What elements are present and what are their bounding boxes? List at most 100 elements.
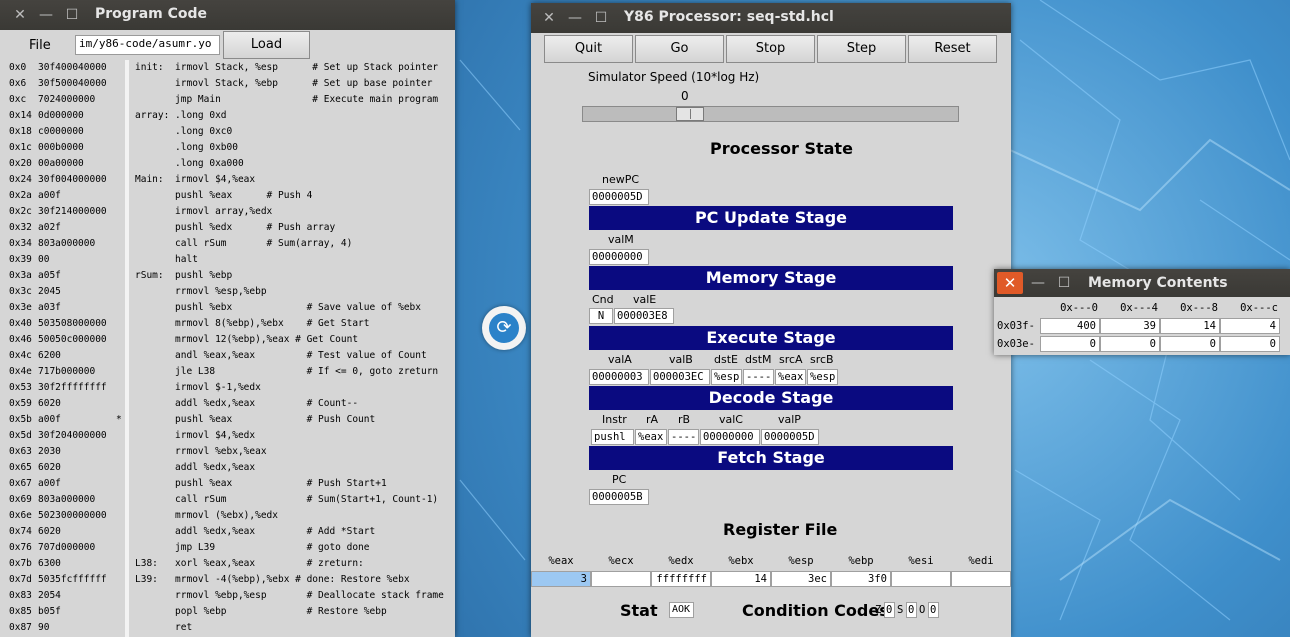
code-line: 0x6 30f500040000 irmovl Stack, %ebp # Set… <box>0 76 455 92</box>
register-value: 14 <box>711 571 771 587</box>
code-src: .long 0xa000 <box>135 158 244 169</box>
cc-z-label: Z <box>875 604 882 616</box>
register-file-heading: Register File <box>723 520 838 539</box>
code-addr: 0x4e <box>9 366 32 377</box>
code-src: mrmovl 12(%ebp),%eax # Get Count <box>135 334 359 345</box>
condition-codes-label: Condition Codes <box>742 601 889 620</box>
dstm-label: dstM <box>745 353 772 366</box>
speed-slider[interactable] <box>582 106 959 122</box>
code-line: 0x2c 30f214000000 irmovl array,%edx <box>0 204 455 220</box>
code-addr: 0x20 <box>9 158 32 169</box>
code-addr: 0x59 <box>9 398 32 409</box>
maximize-icon[interactable]: ☐ <box>593 10 609 26</box>
memory-cell: 0 <box>1160 336 1220 352</box>
memory-titlebar: ✕ — ☐ Memory Contents <box>994 269 1290 297</box>
code-addr: 0x6e <box>9 510 32 521</box>
go-button[interactable]: Go <box>635 35 724 63</box>
code-src: rrmovl %esp,%ebp <box>135 286 267 297</box>
maximize-icon[interactable]: ☐ <box>1056 275 1072 291</box>
memory-cell: 400 <box>1040 318 1100 334</box>
minimize-icon[interactable]: — <box>567 10 583 26</box>
srca-field: %eax <box>775 369 806 385</box>
vale-label: valE <box>633 293 657 306</box>
cc-s-field: 0 <box>906 602 917 618</box>
code-src: jle L38 # If <= 0, goto zreturn <box>135 366 439 377</box>
code-addr: 0x39 <box>9 254 32 265</box>
memory-row-address: 0x03e- <box>997 338 1035 350</box>
code-line: 0x18 c0000000 .long 0xc0 <box>0 124 455 140</box>
code-line: 0x20 00a00000 .long 0xa000 <box>0 156 455 172</box>
code-src: irmovl $-1,%edx <box>135 382 261 393</box>
stat-label: Stat <box>620 601 658 620</box>
code-listing: 0x0 30f400040000 init: irmovl Stack, %esp … <box>0 60 455 637</box>
close-icon[interactable]: ✕ <box>12 7 28 23</box>
code-addr: 0x83 <box>9 590 32 601</box>
code-line: 0x2a a00f pushl %eax # Push 4 <box>0 188 455 204</box>
code-bytes: 803a000000 <box>38 494 96 505</box>
cnd-field: N <box>589 308 613 324</box>
memory-stage-bar: Memory Stage <box>589 266 953 290</box>
code-addr: 0x24 <box>9 174 32 185</box>
code-line: 0x14 0d000000 array: .long 0xd <box>0 108 455 124</box>
pc-update-stage-bar: PC Update Stage <box>589 206 953 230</box>
stop-button[interactable]: Stop <box>726 35 815 63</box>
speed-label: Simulator Speed (10*log Hz) <box>588 70 760 84</box>
vala-label: valA <box>608 353 632 366</box>
code-addr: 0x69 <box>9 494 32 505</box>
code-addr: 0x4c <box>9 350 32 361</box>
launcher-button[interactable]: ⟳ <box>482 306 526 350</box>
register-value: 3 <box>531 571 591 587</box>
quit-button[interactable]: Quit <box>544 35 633 63</box>
code-addr: 0x76 <box>9 542 32 553</box>
code-src: jmp L39 # goto done <box>135 542 370 553</box>
close-icon[interactable]: ✕ <box>541 10 557 26</box>
code-src: andl %eax,%eax # Test value of Count <box>135 350 427 361</box>
cc-z-field: 0 <box>884 602 895 618</box>
reset-button[interactable]: Reset <box>908 35 997 63</box>
code-src: .long 0xc0 <box>135 126 233 137</box>
cc-s-label: S <box>897 604 904 616</box>
code-line: 0x6e 502300000000 mrmovl (%ebx),%edx <box>0 508 455 524</box>
step-button[interactable]: Step <box>817 35 906 63</box>
rb-field: ---- <box>668 429 699 445</box>
speed-slider-thumb[interactable] <box>676 107 704 121</box>
code-bytes: 6200 <box>38 350 61 361</box>
code-bytes: 50050c000000 <box>38 334 107 345</box>
srcb-label: srcB <box>810 353 834 366</box>
code-bytes: 5035fcffffff <box>38 574 107 585</box>
code-src: call rSum # Sum(array, 4) <box>135 238 353 249</box>
code-bytes: 30f2ffffffff <box>38 382 107 393</box>
code-bytes: a05f <box>38 270 61 281</box>
valc-label: valC <box>719 413 743 426</box>
code-addr: 0x65 <box>9 462 32 473</box>
program-titlebar: ✕ — ☐ Program Code <box>0 0 455 30</box>
code-line: 0x24 30f004000000 Main: irmovl $4,%eax <box>0 172 455 188</box>
code-bytes: a00f <box>38 414 61 425</box>
minimize-icon[interactable]: — <box>38 7 54 23</box>
code-bytes: 803a000000 <box>38 238 96 249</box>
load-button[interactable]: Load <box>223 31 310 59</box>
memory-cell: 0 <box>1100 336 1160 352</box>
code-line: 0x46 50050c000000 mrmovl 12(%ebp),%eax # … <box>0 332 455 348</box>
file-path-input[interactable]: im/y86-code/asumr.yo <box>75 35 220 55</box>
code-line: 0x0 30f400040000 init: irmovl Stack, %esp … <box>0 60 455 76</box>
maximize-icon[interactable]: ☐ <box>64 7 80 23</box>
code-src: rrmovl %ebp,%esp # Deallocate stack fram… <box>135 590 444 601</box>
minimize-icon[interactable]: — <box>1030 275 1046 291</box>
close-icon[interactable]: ✕ <box>997 272 1023 294</box>
code-bytes: 707d000000 <box>38 542 96 553</box>
memory-column-header: 0x---0 <box>1060 302 1098 314</box>
code-addr: 0xc <box>9 94 27 105</box>
code-line: 0x7b 6300 L38: xorl %eax,%eax # zreturn: <box>0 556 455 572</box>
code-bytes: 30f214000000 <box>38 206 107 217</box>
register-name: %edi <box>968 555 994 567</box>
code-line: 0xc 7024000000 jmp Main # Execute main pr… <box>0 92 455 108</box>
code-bytes: 2054 <box>38 590 61 601</box>
memory-column-header: 0x---c <box>1240 302 1278 314</box>
code-line: 0x3e a03f pushl %ebx # Save value of %ebx <box>0 300 455 316</box>
code-line: 0x65 6020 addl %edx,%eax <box>0 460 455 476</box>
code-src: rSum: pushl %ebp <box>135 270 233 281</box>
code-src: pushl %edx # Push array <box>135 222 336 233</box>
code-line: 0x87 90 ret <box>0 620 455 636</box>
code-bytes: 717b000000 <box>38 366 96 377</box>
